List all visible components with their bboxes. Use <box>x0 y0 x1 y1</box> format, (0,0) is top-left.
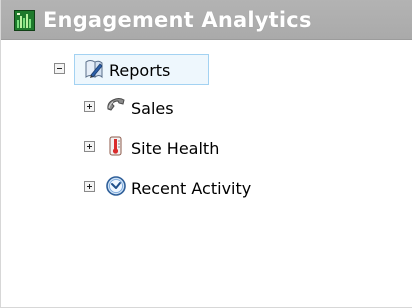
panel-titlebar: Engagement Analytics <box>1 0 412 40</box>
thermometer-icon <box>105 135 127 157</box>
analytics-panel: Engagement Analytics Reports Sales Site … <box>0 0 412 308</box>
expand-toggle-recent-activity[interactable] <box>84 181 95 192</box>
tree-node-label-reports: Reports <box>109 61 171 80</box>
clock-icon <box>105 175 127 197</box>
panel-title: Engagement Analytics <box>43 8 312 32</box>
bar-chart-icon <box>14 10 35 31</box>
collapse-toggle-reports[interactable] <box>54 63 65 74</box>
expand-toggle-sales[interactable] <box>84 101 95 112</box>
document-pen-icon <box>83 58 105 80</box>
telephone-icon <box>105 95 127 117</box>
tree-node-recent-activity[interactable]: Recent Activity <box>131 179 251 198</box>
tree-node-site-health[interactable]: Site Health <box>131 139 219 158</box>
tree-node-sales[interactable]: Sales <box>131 99 174 118</box>
expand-toggle-site-health[interactable] <box>84 141 95 152</box>
